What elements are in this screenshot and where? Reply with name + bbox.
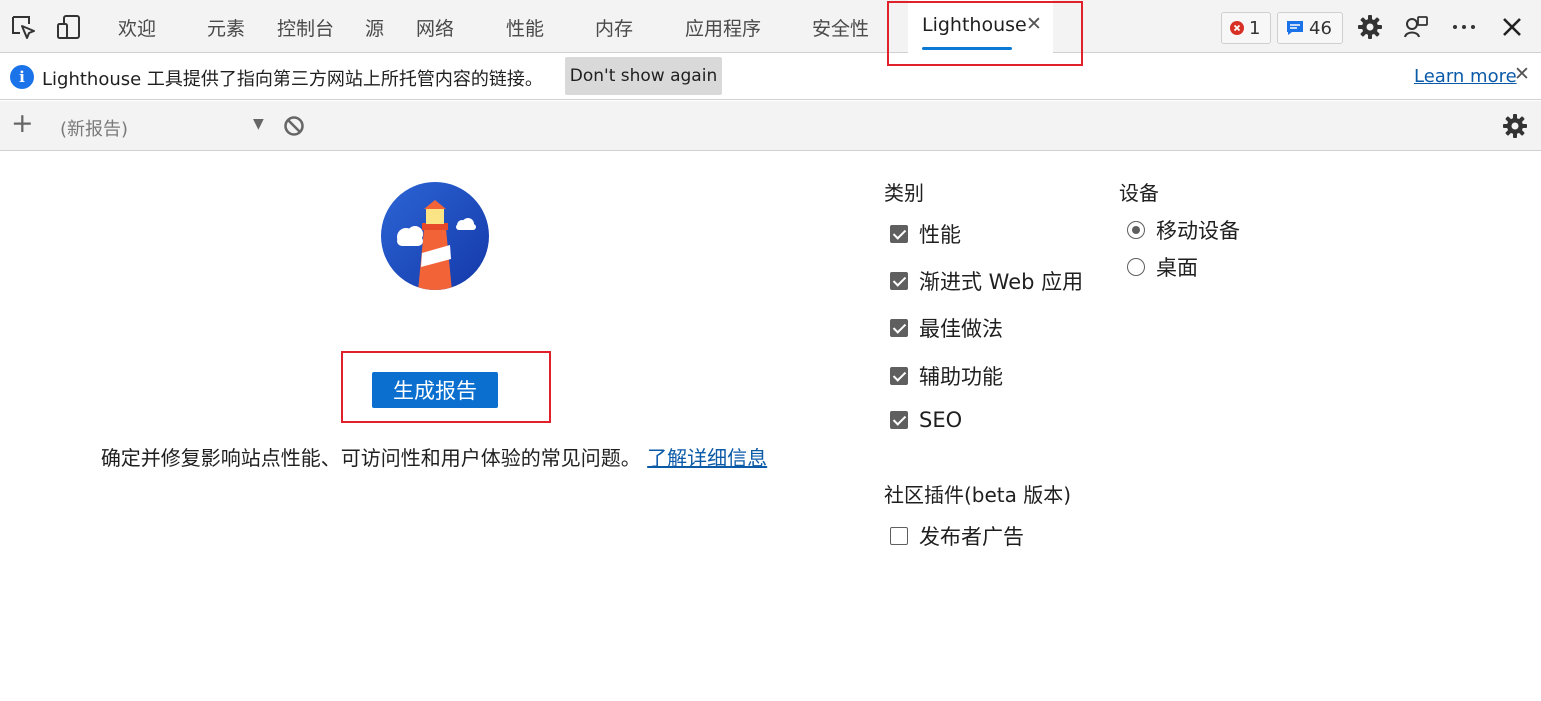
- device-heading: 设备: [1119, 181, 1159, 205]
- tab-application[interactable]: 应用程序: [685, 14, 761, 41]
- plugin-publisher-ads-checkbox[interactable]: 发布者广告: [890, 521, 1024, 551]
- error-icon: [1230, 21, 1244, 35]
- radio-unselected-icon: [1127, 258, 1145, 276]
- info-bar: i Lighthouse 工具提供了指向第三方网站上所托管内容的链接。 Don'…: [0, 54, 1541, 100]
- learn-more-link[interactable]: Learn more: [1414, 66, 1517, 87]
- checkbox-checked-icon: [890, 319, 908, 337]
- message-count-badge[interactable]: 46: [1277, 12, 1343, 44]
- description: 确定并修复影响站点性能、可访问性和用户体验的常见问题。: [100, 446, 641, 470]
- dont-show-again-button[interactable]: Don't show again: [565, 57, 722, 95]
- checkbox-unchecked-icon: [890, 527, 908, 545]
- block-icon[interactable]: [283, 115, 305, 137]
- inspect-icon[interactable]: [10, 14, 36, 40]
- tab-performance[interactable]: 性能: [506, 14, 544, 41]
- error-count-badge[interactable]: 1: [1221, 12, 1271, 44]
- tab-memory[interactable]: 内存: [595, 14, 633, 41]
- device-label: 桌面: [1156, 256, 1198, 280]
- tab-sources[interactable]: 源: [365, 14, 384, 41]
- device-desktop-radio[interactable]: 桌面: [1127, 252, 1198, 282]
- active-tab-indicator: [922, 47, 1012, 50]
- message-count: 46: [1309, 17, 1332, 39]
- info-icon: i: [10, 65, 34, 89]
- report-select[interactable]: (新报告) ▼: [51, 109, 271, 143]
- close-devtools-icon[interactable]: [1499, 14, 1525, 40]
- checkbox-checked-icon: [890, 411, 908, 429]
- info-bar-close-icon[interactable]: ✕: [1514, 63, 1530, 85]
- dropdown-arrow-icon: ▼: [253, 116, 264, 132]
- radio-selected-icon: [1127, 221, 1145, 239]
- error-count: 1: [1249, 17, 1261, 39]
- tab-console[interactable]: 控制台: [277, 14, 334, 41]
- learn-more-details-link[interactable]: 了解详细信息: [647, 446, 767, 470]
- categories-heading: 类别: [884, 181, 924, 205]
- tab-lighthouse[interactable]: Lighthouse ✕: [908, 0, 1053, 53]
- tab-lighthouse-label: Lighthouse: [922, 14, 1027, 36]
- checkbox-checked-icon: [890, 367, 908, 385]
- lighthouse-toolbar: + (新报告) ▼: [0, 101, 1541, 151]
- category-performance-checkbox[interactable]: 性能: [890, 219, 961, 249]
- tab-network[interactable]: 网络: [416, 14, 454, 41]
- lighthouse-settings-gear-icon[interactable]: [1502, 113, 1528, 139]
- category-label: 辅助功能: [919, 365, 1003, 389]
- tab-lighthouse-close-icon[interactable]: ✕: [1026, 13, 1042, 35]
- category-label: SEO: [919, 408, 963, 432]
- device-mobile-radio[interactable]: 移动设备: [1127, 215, 1240, 245]
- tab-elements[interactable]: 元素: [207, 14, 245, 41]
- tab-security[interactable]: 安全性: [812, 14, 869, 41]
- generate-report-button[interactable]: 生成报告: [372, 372, 498, 408]
- checkbox-checked-icon: [890, 225, 908, 243]
- message-icon: [1287, 21, 1303, 35]
- description-text: 确定并修复影响站点性能、可访问性和用户体验的常见问题。 了解详细信息: [84, 444, 784, 472]
- gear-icon[interactable]: [1357, 14, 1383, 40]
- device-emulation-icon[interactable]: [56, 14, 82, 40]
- community-plugins-heading: 社区插件(beta 版本): [884, 483, 1072, 507]
- lighthouse-logo: [381, 182, 489, 290]
- info-bar-message: Lighthouse 工具提供了指向第三方网站上所托管内容的链接。: [42, 69, 543, 90]
- devtools-window: 欢迎 元素 控制台 源 网络 性能 内存 应用程序 安全性 Lighthouse…: [0, 0, 1541, 701]
- category-label: 性能: [919, 223, 961, 247]
- category-seo-checkbox[interactable]: SEO: [890, 408, 962, 432]
- more-icon[interactable]: [1451, 14, 1477, 40]
- plugin-label: 发布者广告: [919, 525, 1024, 549]
- devtools-tab-bar: 欢迎 元素 控制台 源 网络 性能 内存 应用程序 安全性 Lighthouse…: [0, 0, 1541, 53]
- category-label: 渐进式 Web 应用: [919, 270, 1084, 294]
- checkbox-checked-icon: [890, 272, 908, 290]
- report-select-value: (新报告): [60, 119, 129, 140]
- category-label: 最佳做法: [919, 317, 1003, 341]
- device-label: 移动设备: [1156, 219, 1240, 243]
- tab-welcome[interactable]: 欢迎: [118, 14, 156, 41]
- category-best-practices-checkbox[interactable]: 最佳做法: [890, 313, 1003, 343]
- category-pwa-checkbox[interactable]: 渐进式 Web 应用: [890, 266, 1083, 296]
- plus-icon[interactable]: +: [11, 109, 34, 139]
- category-accessibility-checkbox[interactable]: 辅助功能: [890, 361, 1003, 391]
- customize-icon[interactable]: [1403, 14, 1429, 40]
